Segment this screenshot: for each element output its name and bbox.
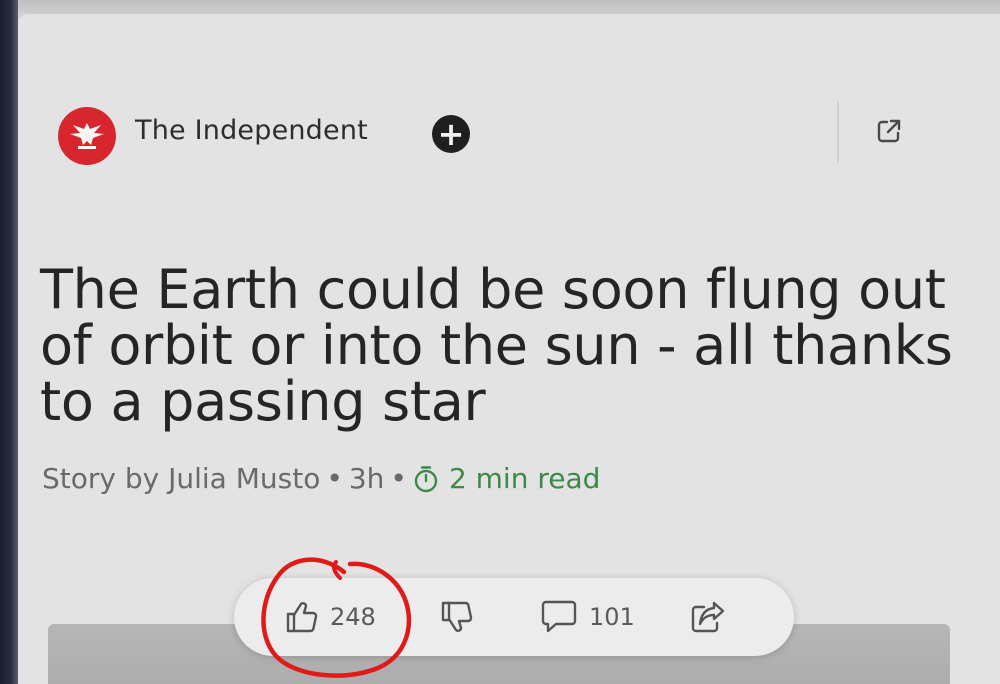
follow-button[interactable]: + (432, 115, 470, 153)
article-headline[interactable]: The Earth could be soon flung out of orb… (40, 262, 980, 430)
plus-icon: + (437, 115, 465, 153)
monitor-bezel (0, 0, 18, 684)
meta-separator: • (390, 462, 407, 495)
read-time-label: 2 min read (448, 462, 601, 495)
article-header: The Independent + (55, 95, 955, 175)
share-button[interactable] (689, 578, 727, 656)
share-icon (691, 601, 725, 633)
thumbs-up-icon (286, 602, 318, 633)
like-button[interactable]: 248 (284, 578, 376, 656)
like-count: 248 (330, 603, 376, 631)
open-external-button[interactable] (873, 115, 905, 147)
external-link-icon (877, 119, 901, 143)
article-age: 3h (348, 462, 385, 495)
dislike-button[interactable] (439, 578, 475, 656)
eagle-logo-icon[interactable] (58, 107, 116, 165)
read-time: 2 min read (413, 462, 600, 495)
header-divider (837, 101, 839, 163)
byline: Story by Julia Musto (42, 462, 321, 495)
reaction-bar: 248 101 (234, 578, 794, 656)
article-meta: Story by Julia Musto • 3h • 2 min read (42, 462, 600, 495)
source-name[interactable]: The Independent (135, 115, 368, 146)
comment-icon (541, 600, 577, 633)
timer-icon (414, 465, 438, 492)
thumbs-down-icon (441, 601, 473, 632)
meta-separator: • (326, 462, 343, 495)
comment-count: 101 (589, 603, 635, 631)
comment-button[interactable]: 101 (539, 578, 635, 656)
